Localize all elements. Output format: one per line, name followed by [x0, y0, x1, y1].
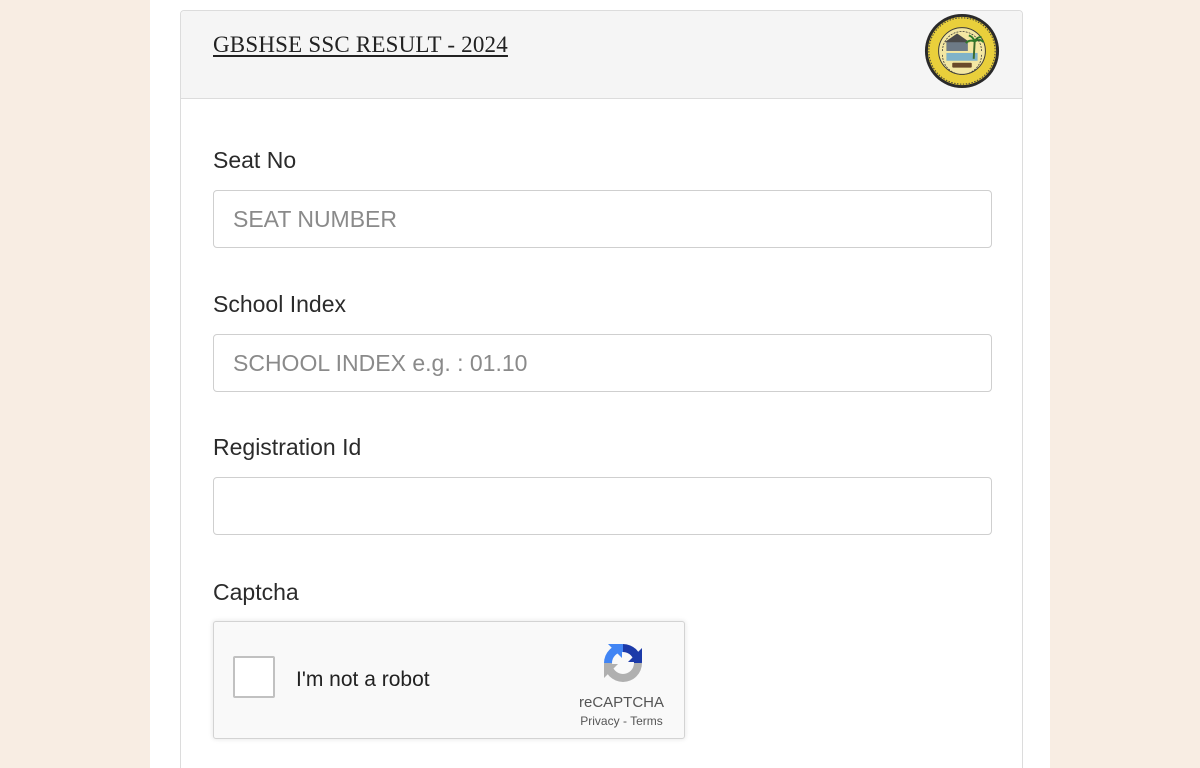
recaptcha-widget: I'm not a robot reCAPTCHA Privacy - Term…	[213, 621, 685, 739]
school-index-label: School Index	[213, 291, 346, 317]
registration-id-input[interactable]	[213, 477, 992, 535]
school-index-input[interactable]	[213, 334, 992, 392]
result-form-card: GBSHSE SSC RESULT - 2024 Seat No School …	[180, 10, 1023, 768]
recaptcha-brand: reCAPTCHA	[578, 694, 664, 711]
recaptcha-checkbox-label: I'm not a robot	[296, 668, 430, 691]
recaptcha-checkbox[interactable]	[233, 656, 275, 698]
recaptcha-privacy-link[interactable]: Privacy	[580, 714, 619, 728]
board-seal-icon	[924, 13, 1000, 89]
recaptcha-terms-link[interactable]: Terms	[630, 714, 663, 728]
recaptcha-links: Privacy - Terms	[564, 714, 679, 728]
card-header: GBSHSE SSC RESULT - 2024	[181, 11, 1022, 99]
seat-no-input[interactable]	[213, 190, 992, 248]
registration-id-label: Registration Id	[213, 434, 362, 460]
recaptcha-logo-icon	[604, 644, 642, 682]
seat-no-label: Seat No	[213, 147, 297, 173]
captcha-label: Captcha	[213, 579, 299, 605]
recaptcha-links-separator: -	[622, 714, 627, 728]
page-title: GBSHSE SSC RESULT - 2024	[213, 32, 508, 57]
